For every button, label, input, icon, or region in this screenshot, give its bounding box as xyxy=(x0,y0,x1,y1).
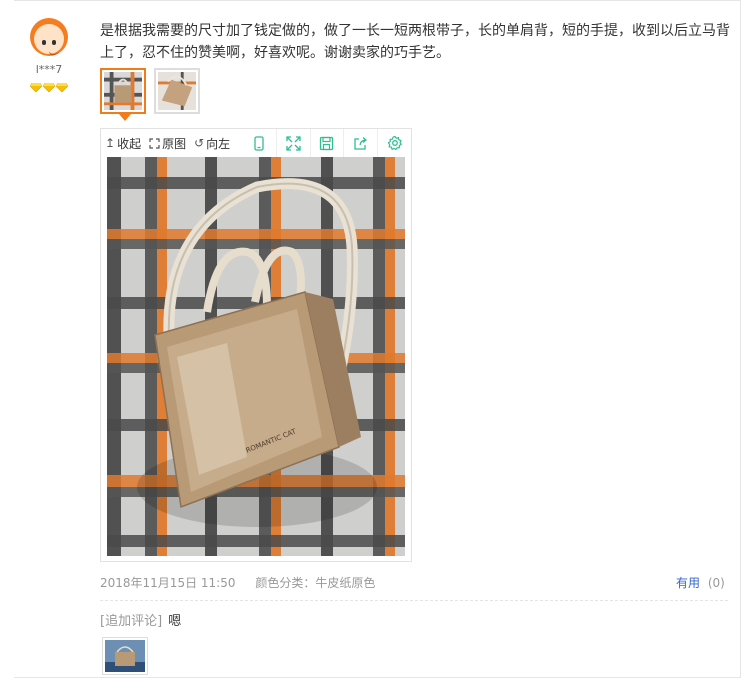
thumbnail-photo-2[interactable] xyxy=(154,68,200,114)
share-icon xyxy=(354,136,368,150)
user-rank xyxy=(30,83,68,92)
followup-thumbnail[interactable] xyxy=(102,637,148,675)
original-image-label: 原图 xyxy=(162,136,187,151)
color-category: 颜色分类：牛皮纸原色 xyxy=(255,576,376,590)
followup-text: 嗯 xyxy=(168,614,182,629)
save-icon xyxy=(320,136,334,150)
share-button[interactable] xyxy=(343,129,377,157)
photo-viewer: ↥ 收起 原图 ↺ 向左 ROMANTIC CAT xyxy=(100,128,412,562)
original-image-button[interactable]: 原图 xyxy=(145,129,190,157)
useful-vote[interactable]: 有用 (0) xyxy=(676,574,725,591)
review-text: 是根据我需要的尺寸加了钱定做的，做了一长一短两根带子，长的单肩背，短的手提，收到… xyxy=(100,23,730,61)
collapse-label: 收起 xyxy=(117,136,142,151)
settings-icon xyxy=(387,135,402,151)
review-date: 2018年11月15日 11:50 xyxy=(100,576,236,590)
followup-comment: [追加评论] 嗯 xyxy=(100,610,181,629)
viewer-icon-toolbar xyxy=(243,129,411,157)
fullscreen-icon xyxy=(286,135,301,151)
username: l***7 xyxy=(35,63,63,76)
avatar[interactable] xyxy=(30,18,68,56)
save-button[interactable] xyxy=(309,129,344,157)
review-photo[interactable]: ROMANTIC CAT xyxy=(107,157,405,556)
top-divider xyxy=(14,0,740,1)
avatar-mouth xyxy=(49,50,59,56)
expand-corners-icon xyxy=(149,137,160,149)
tote-bag-thumbnail xyxy=(104,72,142,110)
useful-count: (0) xyxy=(707,576,725,590)
followup-divider xyxy=(100,600,728,601)
rotate-left-button[interactable]: ↺ 向左 xyxy=(190,129,234,157)
tote-bag-photo: ROMANTIC CAT xyxy=(107,157,405,556)
useful-label[interactable]: 有用 xyxy=(676,576,700,590)
diamond-icon xyxy=(30,83,42,92)
right-divider xyxy=(740,0,741,678)
avatar-eye-left xyxy=(42,40,46,45)
thumbnail-photo-1[interactable] xyxy=(100,68,146,121)
rotate-left-label: 向左 xyxy=(206,136,231,151)
phone-icon xyxy=(254,135,265,151)
tote-bag-thumbnail xyxy=(158,72,196,110)
collapse-button[interactable]: ↥ 收起 xyxy=(101,129,145,157)
review-meta: 2018年11月15日 11:50 颜色分类：牛皮纸原色 xyxy=(100,574,375,591)
diamond-icon xyxy=(43,83,55,92)
photo-thumbnails xyxy=(100,68,200,121)
settings-button[interactable] xyxy=(377,129,411,157)
fullscreen-button[interactable] xyxy=(275,129,310,157)
diamond-icon xyxy=(56,83,68,92)
followup-tag: [追加评论] xyxy=(100,614,163,629)
phone-view-button[interactable] xyxy=(243,129,276,157)
cartoon-avatar-icon xyxy=(34,24,64,56)
avatar-eye-right xyxy=(52,40,56,45)
bottom-divider xyxy=(14,677,740,678)
tote-bag-thumbnail xyxy=(105,640,145,672)
rotate-left-icon: ↺ xyxy=(194,136,205,150)
arrow-up-icon: ↥ xyxy=(105,136,116,150)
